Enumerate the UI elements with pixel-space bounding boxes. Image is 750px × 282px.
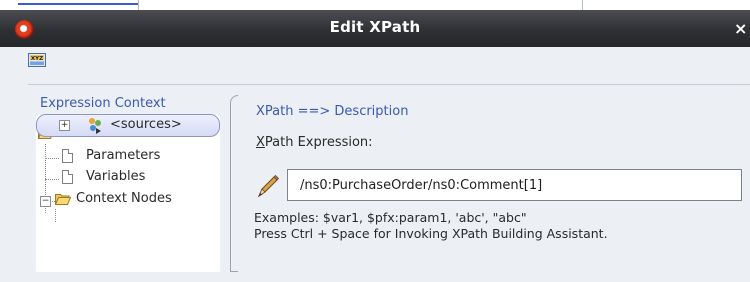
svg-text:XYZ: XYZ <box>31 56 43 62</box>
open-folder-icon <box>55 194 71 205</box>
collapse-toggle-icon[interactable]: − <box>40 196 51 207</box>
sources-node-icon <box>89 118 101 134</box>
tree-node-parameters[interactable]: Parameters <box>62 147 212 165</box>
tree-node-label: <sources> <box>110 117 182 132</box>
title-bar: Edit XPath × <box>0 10 750 47</box>
background-divider <box>582 0 583 10</box>
examples-text: Examples: $var1, $pfx:param1, 'abc', "ab… <box>254 210 527 225</box>
page-icon <box>62 149 73 163</box>
background-divider <box>138 0 139 10</box>
tree-node-label: Context Nodes <box>76 191 172 206</box>
pencil-icon[interactable] <box>252 172 282 202</box>
background-link-line <box>18 3 138 5</box>
expand-toggle-icon[interactable]: + <box>59 120 70 131</box>
tree-node-label: Parameters <box>86 148 161 163</box>
background-window-strip <box>0 0 750 10</box>
xpath-description-title: XPath ==> Description <box>256 104 409 119</box>
page-icon <box>62 170 73 184</box>
tree-node-variables[interactable]: Variables <box>62 168 212 186</box>
panel-splitter[interactable] <box>230 95 238 272</box>
assistant-hint-text: Press Ctrl + Space for Invoking XPath Bu… <box>254 226 608 241</box>
tree-node-sources[interactable]: + <sources> <box>36 114 220 137</box>
xpath-expression-label: XPath Expression: <box>256 135 373 150</box>
dialog-title: Edit XPath <box>329 18 421 36</box>
tree-node-context-nodes[interactable]: Context Nodes <box>55 190 215 208</box>
xpath-expression-input[interactable] <box>287 169 742 201</box>
expression-context-title: Expression Context <box>40 96 166 111</box>
tree-connector <box>45 158 59 159</box>
label-text: Path Expression: <box>264 135 373 150</box>
xpath-xyz-icon[interactable]: XYZ <box>28 53 46 67</box>
tree-connector <box>55 209 56 222</box>
tree-node-label: Variables <box>86 169 146 184</box>
examples-help: Examples: $var1, $pfx:param1, 'abc', "ab… <box>254 210 608 242</box>
tree-connector <box>45 179 59 180</box>
toolbar-divider <box>28 84 750 85</box>
mnemonic-char: X <box>256 135 265 150</box>
close-icon[interactable]: × <box>734 19 750 38</box>
